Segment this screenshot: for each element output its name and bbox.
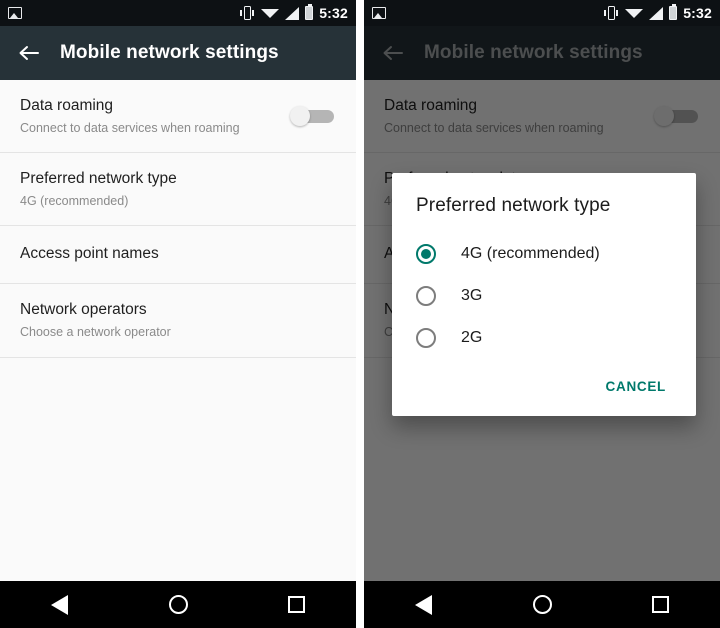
list-item-text: Data roaming Connect to data services wh… — [20, 96, 288, 136]
page-title: Mobile network settings — [60, 42, 279, 63]
nav-recents-icon[interactable] — [267, 581, 327, 628]
screenshot-icon — [372, 7, 386, 19]
status-bar-clock: 5:32 — [319, 5, 349, 21]
list-item-subtitle: Choose a network operator — [20, 325, 171, 340]
list-item-title: Network operators — [20, 301, 147, 319]
wifi-icon — [625, 8, 644, 18]
preferred-network-type-dialog: Preferred network type 4G (recommended) … — [392, 173, 696, 416]
cancel-button[interactable]: CANCEL — [598, 373, 674, 400]
list-item-title: Data roaming — [20, 97, 114, 114]
list-item-subtitle: 4G (recommended) — [20, 194, 129, 209]
list-item-data-roaming[interactable]: Data roaming Connect to data services wh… — [0, 80, 357, 154]
wifi-icon — [261, 8, 280, 18]
dual-screenshot-stage: 5:32 Mobile network settings Data roamin… — [0, 0, 720, 628]
dialog-option-label: 4G (recommended) — [461, 245, 600, 262]
dialog-option-2g[interactable]: 2G — [392, 317, 696, 359]
nav-back-icon[interactable] — [29, 581, 89, 628]
nav-recents-icon[interactable] — [631, 581, 691, 628]
list-item-subtitle: Connect to data services when roaming — [20, 120, 240, 135]
radio-button-icon[interactable] — [416, 328, 436, 348]
battery-icon — [305, 4, 314, 20]
panel-divider — [356, 0, 360, 628]
phone-screen-right: 5:32 Mobile network settings Data roamin… — [364, 0, 720, 628]
data-roaming-toggle[interactable] — [288, 105, 335, 127]
list-item-preferred-network-type[interactable]: Preferred network type 4G (recommended) — [0, 153, 357, 227]
signal-icon — [285, 6, 300, 20]
toggle-thumb — [290, 106, 311, 127]
list-item-text: Access point names — [20, 244, 338, 265]
status-bar-right: 5:32 — [364, 0, 720, 26]
screenshot-icon — [8, 7, 22, 19]
dialog-option-4g[interactable]: 4G (recommended) — [392, 233, 696, 275]
status-bar-notifications — [372, 7, 603, 19]
radio-button-selected-icon[interactable] — [416, 244, 436, 264]
radio-button-icon[interactable] — [416, 286, 436, 306]
navigation-bar-left — [0, 581, 357, 628]
list-item-text: Network operators Choose a network opera… — [20, 300, 338, 340]
list-item-text: Preferred network type 4G (recommended) — [20, 169, 338, 209]
dialog-title: Preferred network type — [416, 195, 611, 216]
dialog-option-label: 3G — [461, 287, 483, 304]
battery-icon — [669, 4, 678, 20]
list-item-network-operators[interactable]: Network operators Choose a network opera… — [0, 284, 357, 358]
status-bar-system-icons: 5:32 — [239, 4, 349, 21]
vibrate-icon — [239, 6, 255, 20]
back-arrow-icon[interactable] — [14, 38, 44, 68]
list-item-title: Access point names — [20, 245, 159, 263]
list-item-access-point-names[interactable]: Access point names — [0, 226, 357, 285]
list-item-title: Preferred network type — [20, 170, 177, 188]
navigation-bar-right — [364, 581, 720, 628]
status-bar-notifications — [8, 7, 239, 19]
settings-list-left: Data roaming Connect to data services wh… — [0, 80, 357, 358]
status-bar-left: 5:32 — [0, 0, 357, 26]
dialog-option-label: 2G — [461, 329, 483, 346]
dialog-option-3g[interactable]: 3G — [392, 275, 696, 317]
app-bar-left: Mobile network settings — [0, 26, 357, 80]
dialog-actions: CANCEL — [392, 359, 696, 408]
status-bar-clock: 5:32 — [683, 5, 713, 21]
signal-icon — [649, 6, 664, 20]
phone-screen-left: 5:32 Mobile network settings Data roamin… — [0, 0, 357, 628]
nav-home-icon[interactable] — [148, 581, 208, 628]
nav-back-icon[interactable] — [393, 581, 453, 628]
status-bar-system-icons: 5:32 — [603, 4, 713, 21]
vibrate-icon — [603, 6, 619, 20]
nav-home-icon[interactable] — [512, 581, 572, 628]
